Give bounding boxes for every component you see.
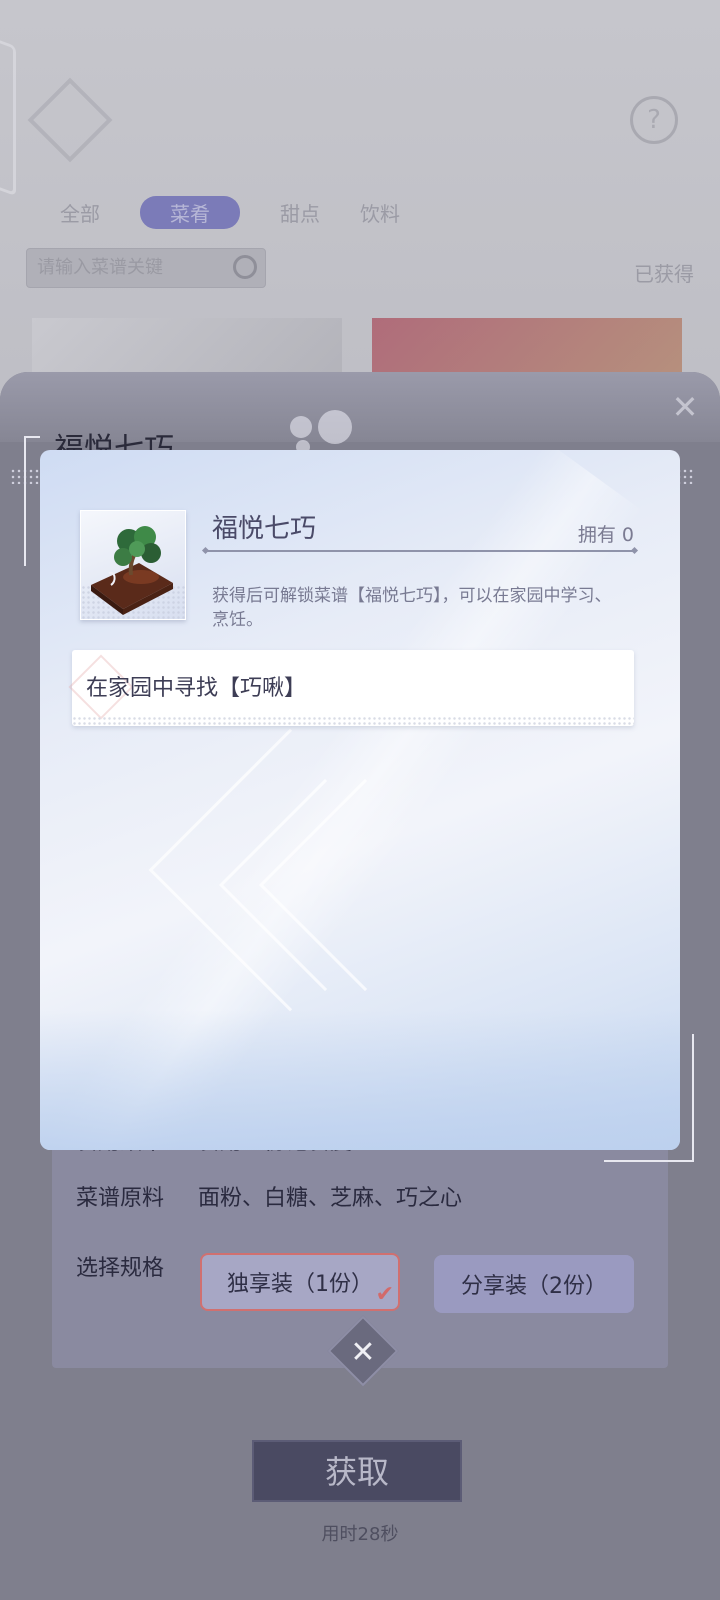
spec-option-label: 分享装（2份） (461, 1274, 607, 1299)
help-icon[interactable]: ? (630, 96, 678, 144)
spec-option-share[interactable]: 分享装（2份） (434, 1255, 634, 1313)
category-tabs: 全部 菜肴 甜点 饮料 (40, 192, 680, 232)
frame-corner-decoration (24, 436, 40, 566)
search-input[interactable]: 请输入菜谱关键 (26, 248, 266, 288)
owned-count: 拥有 0 (577, 524, 634, 546)
item-description: 获得后可解锁菜谱【福悦七巧】，可以在家园中学习、烹饪。 (212, 586, 612, 630)
spec-option-single[interactable]: 独享装（1份） ✔ (200, 1253, 400, 1311)
item-thumbnail (80, 510, 186, 620)
close-icon[interactable]: ✕ (336, 1326, 390, 1380)
ingredients-label: 菜谱原料 (76, 1186, 165, 1211)
item-source-popup: 福悦七巧 拥有 0 获得后可解锁菜谱【福悦七巧】，可以在家园中学习、烹饪。 在家… (40, 450, 680, 1150)
bubble-decoration (290, 416, 312, 438)
popup-glow (40, 1010, 680, 1150)
source-text: 在家园中寻找【巧啾】 (86, 676, 307, 701)
divider (206, 550, 634, 552)
tab-all[interactable]: 全部 (60, 198, 100, 227)
search-icon[interactable] (233, 255, 257, 279)
recipe-card[interactable] (372, 318, 682, 378)
check-icon: ✔ (375, 1282, 394, 1307)
bubble-decoration (318, 410, 352, 444)
tab-drinks[interactable]: 饮料 (360, 198, 400, 227)
dot-pattern-decoration (72, 716, 634, 726)
tab-desserts[interactable]: 甜点 (280, 198, 320, 227)
spec-label: 选择规格 (76, 1256, 165, 1281)
obtain-button[interactable]: 获取 (252, 1440, 462, 1502)
spec-option-label: 独享装（1份） (227, 1272, 373, 1297)
source-entry[interactable]: 在家园中寻找【巧啾】 (68, 650, 634, 726)
ingredients-row: 菜谱原料 面粉、白糖、芝麻、巧之心 (76, 1180, 462, 1212)
item-name: 福悦七巧 (212, 514, 317, 544)
logo-icon (27, 77, 113, 163)
bonsai-icon (91, 526, 173, 615)
tab-dishes[interactable]: 菜肴 (140, 195, 240, 229)
recipe-card[interactable] (32, 318, 342, 378)
spec-row: 选择规格 (76, 1250, 198, 1282)
cook-time: 用时28秒 (321, 1524, 399, 1545)
owned-filter-toggle[interactable]: 已获得 (634, 258, 694, 287)
search-placeholder: 请输入菜谱关键 (37, 257, 163, 278)
ingredients-value: 面粉、白糖、芝麻、巧之心 (198, 1186, 463, 1211)
side-decoration (0, 33, 16, 197)
close-icon[interactable]: ✕ (668, 390, 702, 424)
